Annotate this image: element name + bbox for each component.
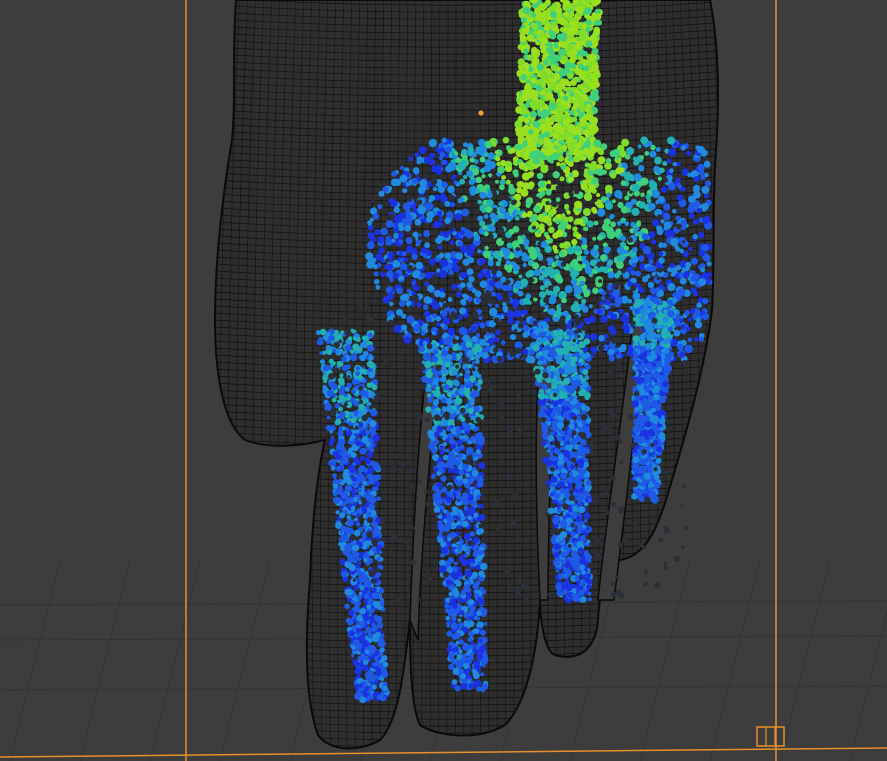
viewport-scene[interactable] <box>0 0 887 761</box>
object-origin-dot[interactable] <box>477 109 485 117</box>
cage-icon[interactable] <box>756 726 785 747</box>
3d-viewport[interactable] <box>0 0 887 761</box>
bounds-edge-bottom <box>0 747 887 758</box>
